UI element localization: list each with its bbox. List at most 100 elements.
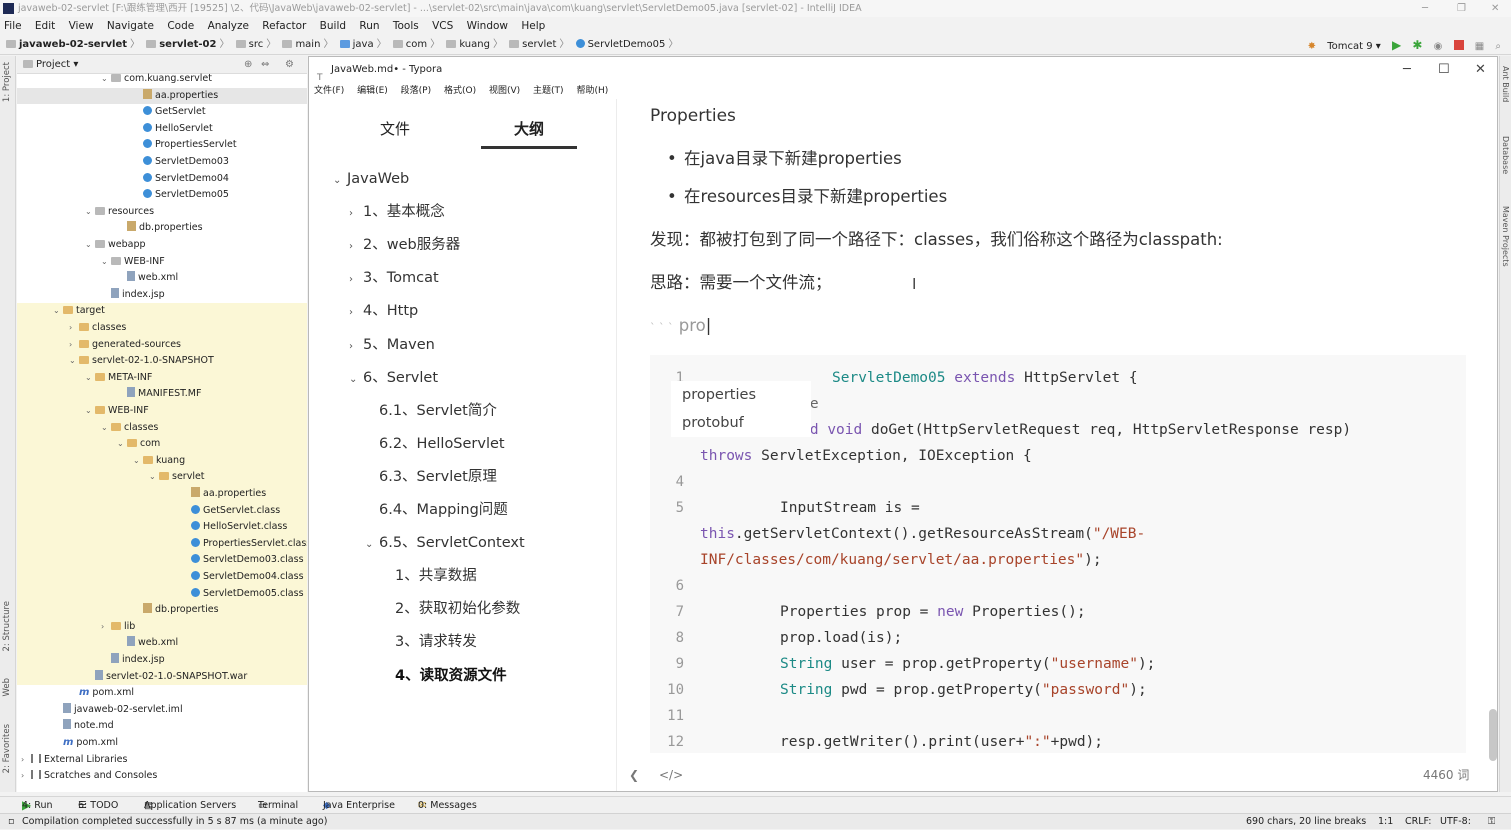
- menu-navigate[interactable]: Navigate: [107, 20, 154, 32]
- outline-item[interactable]: ⌄ 6、Servlet: [349, 366, 438, 390]
- maximize-icon[interactable]: ❐: [1457, 0, 1466, 17]
- ty-menu-file[interactable]: 文件(F): [314, 86, 344, 96]
- ty-menu-help[interactable]: 帮助(H): [576, 86, 608, 96]
- tree-item[interactable]: ⌄ classes: [17, 419, 307, 437]
- minimize-icon[interactable]: ─: [1422, 0, 1428, 17]
- chevron-down-icon[interactable]: ⌄: [365, 533, 379, 557]
- tree-item[interactable]: web.xml: [17, 270, 307, 287]
- outline-item[interactable]: ⌄ 6.5、ServletContext: [365, 531, 525, 555]
- tree-item[interactable]: › External Libraries: [17, 752, 307, 769]
- tree-item[interactable]: ServletDemo04: [17, 171, 307, 188]
- tree-item[interactable]: db.properties: [17, 220, 307, 237]
- menu-help[interactable]: Help: [521, 20, 545, 32]
- tree-item[interactable]: ServletDemo04.class: [17, 569, 307, 586]
- caret-position[interactable]: 1:1: [1378, 814, 1393, 830]
- chevron-right-icon[interactable]: ›: [349, 335, 363, 359]
- breadcrumb-servlet[interactable]: servlet: [509, 35, 556, 55]
- breadcrumb-com[interactable]: com: [392, 35, 427, 55]
- editor-scrollbar[interactable]: [1489, 709, 1497, 761]
- code-fence-input[interactable]: ` ` ` pro|: [650, 313, 711, 341]
- tree-item[interactable]: ⌄ META-INF: [17, 369, 307, 387]
- breadcrumb-class[interactable]: ServletDemo05: [575, 35, 665, 55]
- chevron-right-icon[interactable]: ›: [349, 268, 363, 292]
- chevron-down-icon[interactable]: ⌄: [349, 368, 363, 392]
- ant-build-tab[interactable]: Ant Build: [1501, 66, 1510, 102]
- tree-item[interactable]: ⌄ servlet-02-1.0-SNAPSHOT: [17, 353, 307, 370]
- outline-item[interactable]: 6.3、Servlet原理: [379, 465, 497, 489]
- tree-item[interactable]: m pom.xml: [17, 735, 307, 752]
- tree-item[interactable]: web.xml: [17, 635, 307, 652]
- tree-item[interactable]: › classes: [17, 320, 307, 337]
- outline-item[interactable]: 2、获取初始化参数: [395, 597, 520, 621]
- run-config-select[interactable]: ✸ Tomcat 9 ▾: [1300, 37, 1381, 57]
- tree-item[interactable]: › Scratches and Consoles: [17, 768, 307, 785]
- breadcrumb-kuang[interactable]: kuang: [446, 35, 490, 55]
- breadcrumb-main[interactable]: main: [282, 35, 320, 55]
- outline-item[interactable]: › 1、基本概念: [349, 200, 445, 224]
- project-structure-icon[interactable]: ▦: [1475, 37, 1484, 57]
- tab-outline[interactable]: 大纲: [481, 115, 577, 149]
- outline-item[interactable]: 1、共享数据: [395, 564, 477, 588]
- line-separator[interactable]: CRLF:: [1405, 814, 1431, 830]
- typora-maximize-icon[interactable]: ☐: [1438, 57, 1450, 83]
- menu-window[interactable]: Window: [467, 20, 508, 32]
- tree-item[interactable]: ⌄ webapp: [17, 237, 307, 254]
- tree-item[interactable]: › lib: [17, 618, 307, 636]
- tree-item[interactable]: note.md: [17, 718, 307, 735]
- tree-item[interactable]: ServletDemo05: [17, 187, 307, 204]
- chevron-right-icon[interactable]: ›: [349, 235, 363, 259]
- tree-item[interactable]: m pom.xml: [17, 685, 307, 702]
- tree-item[interactable]: ServletDemo03: [17, 154, 307, 171]
- outline-item[interactable]: › 2、web服务器: [349, 233, 460, 257]
- outline-item[interactable]: › 3、Tomcat: [349, 266, 439, 290]
- tree-item[interactable]: ⌄ com: [17, 436, 307, 453]
- debug-icon[interactable]: ✱: [1412, 35, 1422, 55]
- ty-menu-edit[interactable]: 编辑(E): [357, 86, 388, 96]
- breadcrumb-java[interactable]: java: [339, 35, 374, 55]
- menu-code[interactable]: Code: [167, 20, 194, 32]
- tree-item[interactable]: aa.properties: [17, 87, 307, 105]
- structure-tool-tab[interactable]: 2: Structure: [2, 601, 12, 652]
- ty-menu-view[interactable]: 视图(V): [489, 86, 520, 96]
- tree-item[interactable]: ⌄ kuang: [17, 452, 307, 470]
- tree-item[interactable]: ⌄ target: [17, 303, 307, 320]
- word-count[interactable]: 4460 词: [1423, 763, 1469, 787]
- tree-item[interactable]: GetServlet.class: [17, 502, 307, 520]
- ty-menu-theme[interactable]: 主题(T): [533, 86, 564, 96]
- tree-item[interactable]: HelloServlet: [17, 121, 307, 138]
- tree-item[interactable]: db.properties: [17, 602, 307, 619]
- tree-item[interactable]: ServletDemo05.class: [17, 585, 307, 603]
- outline-item[interactable]: ⌄ JavaWeb: [333, 167, 409, 191]
- autocomplete-option[interactable]: protobuf: [682, 409, 744, 437]
- tree-item[interactable]: ⌄ com.kuang.servlet: [17, 71, 307, 88]
- breadcrumb-module[interactable]: servlet-02: [146, 35, 216, 55]
- chevron-right-icon[interactable]: ›: [349, 301, 363, 325]
- menu-tools[interactable]: Tools: [393, 20, 419, 32]
- outline-item[interactable]: › 5、Maven: [349, 333, 435, 357]
- favorites-tool-tab[interactable]: 2: Favorites: [2, 724, 12, 773]
- outline-item[interactable]: › 4、Http: [349, 299, 418, 323]
- menu-edit[interactable]: Edit: [35, 20, 55, 32]
- menu-build[interactable]: Build: [320, 20, 346, 32]
- autocomplete-option[interactable]: properties: [682, 381, 756, 409]
- search-icon[interactable]: ⌕: [1495, 37, 1501, 57]
- tree-item[interactable]: ⌄ WEB-INF: [17, 254, 307, 271]
- breadcrumb-src[interactable]: src: [235, 35, 263, 55]
- chevron-down-icon[interactable]: ⌄: [333, 169, 347, 193]
- tree-item[interactable]: index.jsp: [17, 287, 307, 304]
- outline-item[interactable]: 6.1、Servlet简介: [379, 399, 497, 423]
- tree-item[interactable]: servlet-02-1.0-SNAPSHOT.war: [17, 668, 307, 686]
- file-encoding[interactable]: UTF-8:: [1440, 814, 1471, 830]
- tree-item[interactable]: › generated-sources: [17, 336, 307, 354]
- coverage-icon[interactable]: ◉: [1434, 37, 1443, 57]
- tab-files[interactable]: 文件: [347, 115, 443, 149]
- tree-item[interactable]: ⌄ servlet: [17, 469, 307, 486]
- tree-item[interactable]: MANIFEST.MF: [17, 386, 307, 403]
- project-view-select[interactable]: Project: [36, 59, 70, 70]
- outline-item[interactable]: 6.2、HelloServlet: [379, 432, 505, 456]
- menu-file[interactable]: File: [4, 20, 22, 32]
- menu-view[interactable]: View: [69, 20, 94, 32]
- menu-analyze[interactable]: Analyze: [208, 20, 249, 32]
- editor-content[interactable]: Properties 在java目录下新建properties 在resourc…: [618, 99, 1497, 763]
- tree-item[interactable]: HelloServlet.class: [17, 519, 307, 536]
